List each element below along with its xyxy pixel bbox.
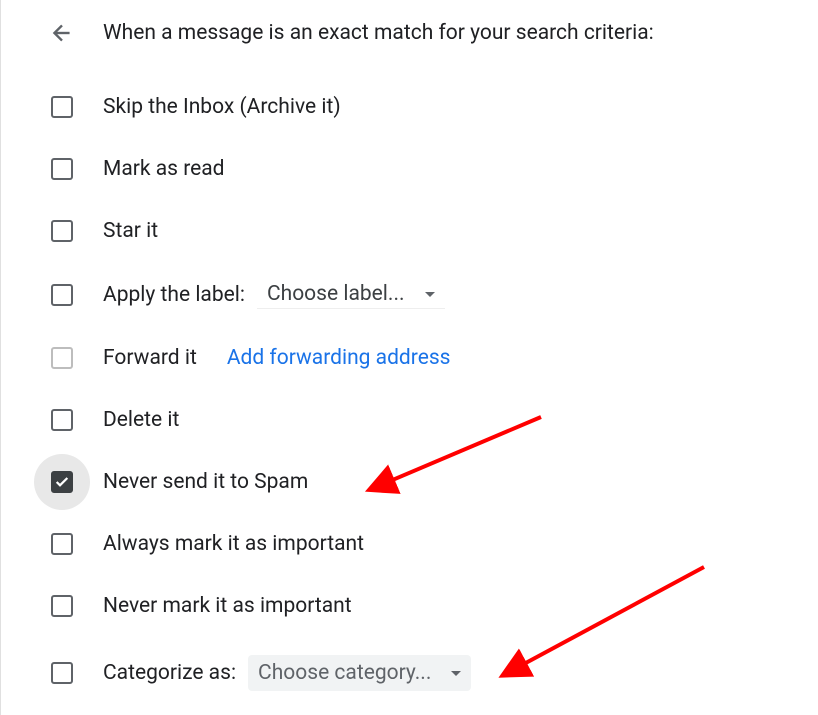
option-apply-label[interactable]: Apply the label: Choose label... <box>49 280 788 309</box>
option-categorize[interactable]: Categorize as: Choose category... <box>49 655 788 691</box>
option-label: Never send it to Spam <box>103 470 308 494</box>
option-skip-inbox[interactable]: Skip the Inbox (Archive it) <box>49 94 788 120</box>
checkbox-never-important[interactable] <box>49 593 75 619</box>
dropdown-text: Choose category... <box>258 661 431 685</box>
header: When a message is an exact match for you… <box>49 20 788 46</box>
chevron-down-icon <box>451 671 461 676</box>
page-title: When a message is an exact match for you… <box>103 21 654 45</box>
chevron-down-icon <box>425 292 435 297</box>
option-forward-it[interactable]: Forward it Add forwarding address <box>49 345 788 371</box>
back-arrow-icon[interactable] <box>49 20 75 46</box>
option-never-spam[interactable]: Never send it to Spam <box>49 469 788 495</box>
option-label: Skip the Inbox (Archive it) <box>103 95 341 119</box>
add-forwarding-link[interactable]: Add forwarding address <box>227 346 451 370</box>
label-dropdown[interactable]: Choose label... <box>257 280 445 309</box>
checkbox-apply-label[interactable] <box>49 282 75 308</box>
check-icon <box>54 474 70 490</box>
checkbox-forward-it[interactable] <box>49 345 75 371</box>
checkbox-mark-read[interactable] <box>49 156 75 182</box>
option-never-important[interactable]: Never mark it as important <box>49 593 788 619</box>
option-label: Delete it <box>103 408 179 432</box>
checkbox-star-it[interactable] <box>49 218 75 244</box>
checkbox-categorize[interactable] <box>49 660 75 686</box>
option-label: Forward it <box>103 346 197 370</box>
checkbox-delete-it[interactable] <box>49 407 75 433</box>
category-dropdown[interactable]: Choose category... <box>248 655 471 691</box>
option-star-it[interactable]: Star it <box>49 218 788 244</box>
option-delete-it[interactable]: Delete it <box>49 407 788 433</box>
checkbox-always-important[interactable] <box>49 531 75 557</box>
option-label: Categorize as: <box>103 661 236 685</box>
option-label: Apply the label: <box>103 283 245 307</box>
checkbox-skip-inbox[interactable] <box>49 94 75 120</box>
option-label: Mark as read <box>103 157 225 181</box>
option-label: Star it <box>103 219 158 243</box>
option-label: Never mark it as important <box>103 594 352 618</box>
option-mark-read[interactable]: Mark as read <box>49 156 788 182</box>
option-label: Always mark it as important <box>103 532 364 556</box>
checkbox-never-spam[interactable] <box>49 469 75 495</box>
dropdown-text: Choose label... <box>267 282 405 306</box>
option-always-important[interactable]: Always mark it as important <box>49 531 788 557</box>
